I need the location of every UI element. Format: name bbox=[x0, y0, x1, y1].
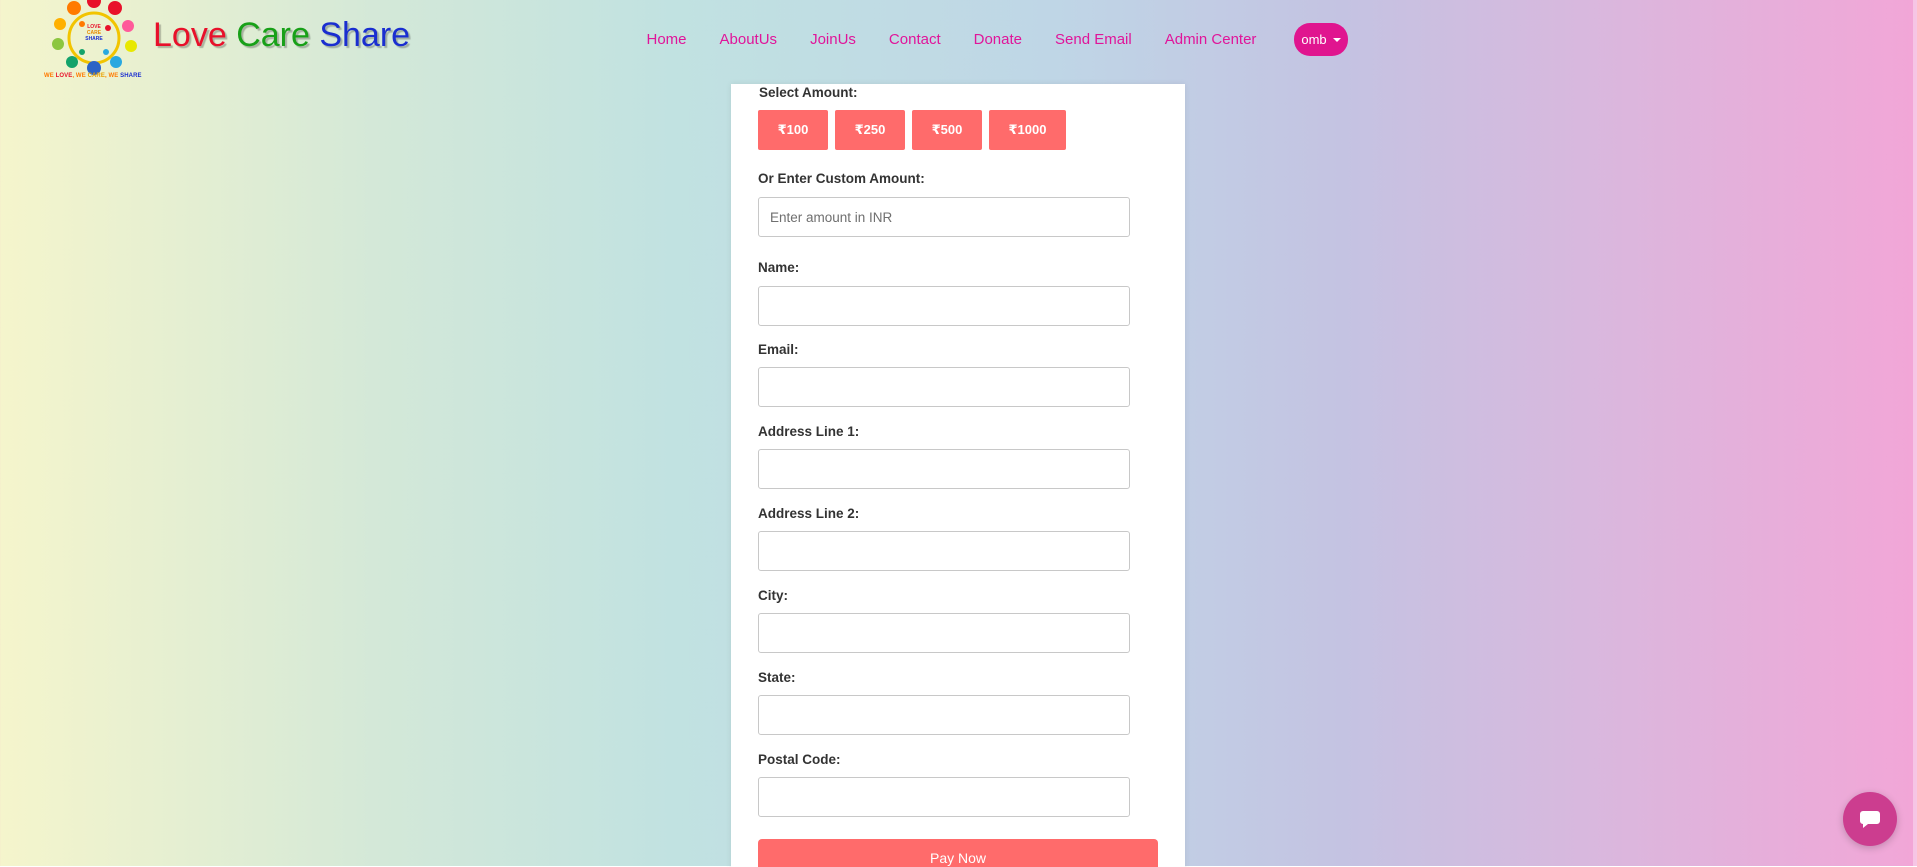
brand-word-love: Love bbox=[153, 16, 227, 54]
amount-button-1000[interactable]: ₹1000 bbox=[989, 110, 1066, 150]
custom-amount-input[interactable] bbox=[758, 197, 1130, 237]
chat-bubble-icon bbox=[1860, 811, 1880, 828]
logo-text-share: SHARE bbox=[85, 36, 103, 42]
nav-send-email[interactable]: Send Email bbox=[1039, 0, 1149, 80]
nav-home[interactable]: Home bbox=[630, 0, 703, 80]
caret-down-icon bbox=[1332, 38, 1341, 42]
site-logo-icon[interactable]: LOVE CARE SHARE bbox=[42, 0, 152, 82]
name-label: Name: bbox=[758, 260, 800, 275]
nav-contact[interactable]: Contact bbox=[872, 0, 957, 80]
nav-joinus[interactable]: JoinUs bbox=[794, 0, 873, 80]
address-line-1-label: Address Line 1: bbox=[758, 424, 860, 439]
address-line-2-input[interactable] bbox=[758, 531, 1130, 571]
nav-donate[interactable]: Donate bbox=[957, 0, 1038, 80]
tagline-part: , WE bbox=[72, 73, 88, 79]
tagline-part: , WE bbox=[104, 73, 121, 79]
brand-word-share: Share bbox=[319, 16, 411, 54]
address-line-2-label: Address Line 2: bbox=[758, 506, 860, 521]
pay-now-button[interactable]: Pay Now bbox=[758, 839, 1158, 867]
main-nav: Home AboutUs JoinUs Contact Donate Send … bbox=[630, 0, 1273, 80]
state-label: State: bbox=[758, 670, 796, 685]
user-menu-label: omb bbox=[1301, 32, 1327, 47]
tagline-part: SHARE bbox=[120, 73, 142, 79]
postal-code-label: Postal Code: bbox=[758, 752, 841, 767]
custom-amount-label: Or Enter Custom Amount: bbox=[758, 171, 925, 186]
tagline-part: CARE bbox=[87, 73, 105, 79]
amount-button-500[interactable]: ₹500 bbox=[912, 110, 982, 150]
amount-button-group: ₹100 ₹250 ₹500 ₹1000 bbox=[758, 110, 1066, 150]
nav-admin-center[interactable]: Admin Center bbox=[1148, 0, 1273, 80]
amount-button-250[interactable]: ₹250 bbox=[835, 110, 905, 150]
tagline-part: LOVE bbox=[55, 73, 73, 79]
state-input[interactable] bbox=[758, 695, 1130, 735]
city-input[interactable] bbox=[758, 613, 1130, 653]
name-input[interactable] bbox=[758, 286, 1130, 326]
chat-widget-button[interactable] bbox=[1843, 792, 1897, 846]
email-label: Email: bbox=[758, 342, 799, 357]
brand-title[interactable]: Love Care Share bbox=[153, 18, 410, 52]
select-amount-label: Select Amount: bbox=[759, 85, 858, 100]
scrollbar-track[interactable] bbox=[1913, 0, 1917, 867]
user-menu-button[interactable]: omb bbox=[1294, 23, 1348, 56]
amount-button-100[interactable]: ₹100 bbox=[758, 110, 828, 150]
city-label: City: bbox=[758, 588, 788, 603]
logo-tagline: WE LOVE, WE CARE, WE SHARE bbox=[44, 73, 142, 79]
email-input[interactable] bbox=[758, 367, 1130, 407]
donation-form-card: Select Amount: ₹100 ₹250 ₹500 ₹1000 Or E… bbox=[731, 84, 1185, 867]
brand-word-care: Care bbox=[236, 16, 310, 54]
tagline-part: WE bbox=[44, 73, 56, 79]
postal-code-input[interactable] bbox=[758, 777, 1130, 817]
address-line-1-input[interactable] bbox=[758, 449, 1130, 489]
nav-aboutus[interactable]: AboutUs bbox=[703, 0, 794, 80]
